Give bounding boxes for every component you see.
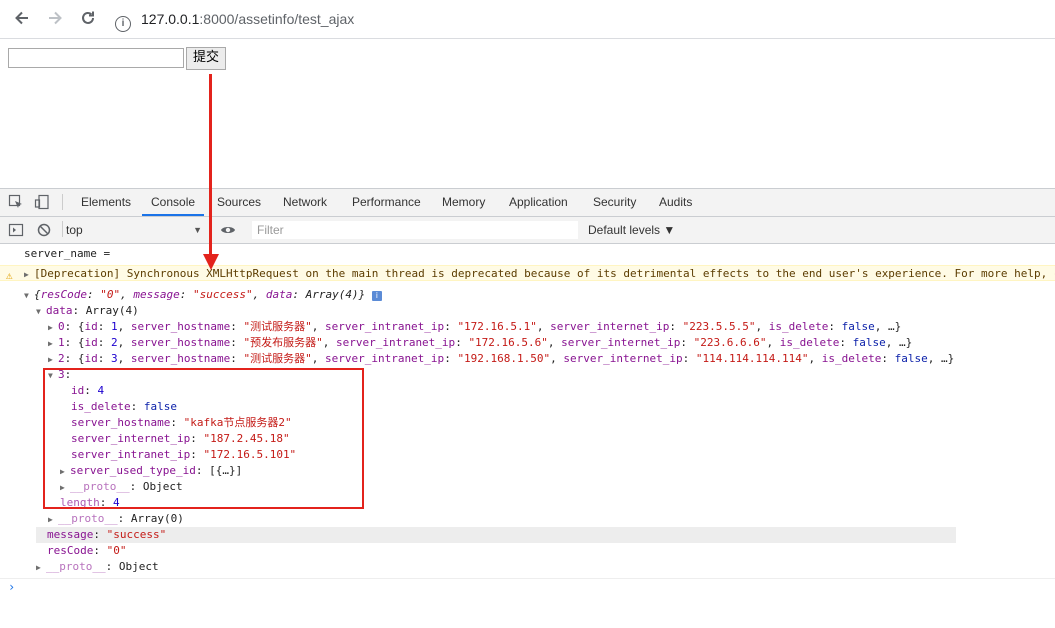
submit-button[interactable]: 提交	[186, 47, 227, 70]
text-input[interactable]	[8, 48, 184, 68]
rescode-value: "0"	[106, 544, 127, 557]
arrow-annotation-line	[209, 74, 212, 255]
obj-value: "success"	[192, 288, 253, 301]
console-toolbar: top ▼ Filter Default levels ▼	[0, 217, 1055, 244]
highlight-box-annotation	[43, 368, 364, 509]
filter-input[interactable]: Filter	[252, 221, 578, 239]
tab-memory[interactable]: Memory	[442, 189, 485, 216]
item-internet: "114.114.114.114"	[695, 352, 809, 365]
object-summary-line[interactable]: ▼ {resCode: "0", message: "success", data…	[0, 287, 1055, 303]
item-hostname: "测试服务器"	[243, 352, 312, 365]
device-toolbar-icon[interactable]	[34, 194, 50, 210]
message-value: "success"	[106, 528, 167, 541]
expand-triangle-icon[interactable]: ▶	[48, 336, 58, 351]
root-proto-value: Object	[118, 560, 159, 573]
toolbar-separator	[62, 221, 63, 237]
tab-network[interactable]: Network	[283, 189, 327, 216]
chevron-down-icon: ▼	[193, 225, 202, 235]
array-item-row[interactable]: ▶ 2: {id: 3, server_hostname: "测试服务器", se…	[0, 351, 1055, 367]
url-host: 127.0.0.1	[141, 11, 200, 27]
devtools-tab-bar: Elements Console Sources Network Perform…	[0, 189, 1055, 217]
warning-text: [Deprecation] Synchronous XMLHttpRequest…	[34, 267, 1055, 280]
expand-triangle-icon[interactable]: ▶	[24, 267, 34, 280]
reload-icon[interactable]	[78, 9, 98, 29]
item-is-delete: false	[894, 352, 928, 365]
item-index: 2	[58, 352, 65, 365]
sidebar-toggle-icon[interactable]	[8, 222, 24, 238]
tab-separator	[62, 194, 63, 210]
item-hostname: "预发布服务器"	[243, 336, 323, 349]
array-item-row[interactable]: ▶ 0: {id: 1, server_hostname: "测试服务器", se…	[0, 319, 1055, 335]
obj-key: message	[133, 288, 180, 301]
item-intranet: "172.16.5.1"	[457, 320, 537, 333]
tab-application[interactable]: Application	[509, 189, 568, 216]
collapse-triangle-icon[interactable]: ▼	[36, 304, 46, 319]
data-key: data	[46, 304, 73, 317]
collapse-triangle-icon[interactable]: ▼	[24, 288, 34, 303]
arrow-annotation-head	[203, 254, 219, 270]
arrow-left-icon[interactable]	[12, 9, 32, 29]
expand-triangle-icon[interactable]: ▶	[48, 352, 58, 367]
obj-brace: }	[358, 288, 366, 301]
item-is-delete: false	[852, 336, 886, 349]
array-proto-value: Array(0)	[130, 512, 184, 525]
array-item-row[interactable]: ▶ 1: {id: 2, server_hostname: "预发布服务器", s…	[0, 335, 1055, 351]
info-badge-icon[interactable]: i	[371, 291, 382, 301]
array-proto-row[interactable]: ▶ __proto__: Array(0)	[0, 511, 1055, 527]
tab-audits[interactable]: Audits	[659, 189, 692, 216]
expand-triangle-icon[interactable]: ▶	[48, 512, 58, 527]
tab-performance[interactable]: Performance	[352, 189, 421, 216]
item-is-delete: false	[841, 320, 875, 333]
inspect-element-icon[interactable]	[8, 194, 24, 210]
item-id: 2	[111, 336, 118, 349]
obj-key: data	[265, 288, 293, 301]
log-text: server_name =	[24, 247, 111, 260]
clear-console-icon[interactable]	[36, 222, 52, 238]
console-log-line: server_name =	[0, 246, 1055, 262]
tab-elements[interactable]: Elements	[81, 189, 131, 216]
item-hostname: "测试服务器"	[243, 320, 312, 333]
tab-console[interactable]: Console	[142, 189, 205, 216]
url-path: :8000/assetinfo/test_ajax	[199, 11, 355, 27]
obj-value: "0"	[100, 288, 121, 301]
warning-icon: ⚠	[6, 269, 13, 281]
data-type: Array(4)	[85, 304, 139, 317]
item-internet: "223.6.6.6"	[693, 336, 767, 349]
item-intranet: "192.168.1.50"	[457, 352, 551, 365]
message-row: message: "success"	[36, 527, 956, 543]
data-array-line[interactable]: ▼ data: Array(4)	[0, 303, 1055, 319]
obj-value: Array(4)	[305, 288, 359, 301]
eye-icon[interactable]	[220, 222, 236, 238]
tab-security[interactable]: Security	[593, 189, 636, 216]
obj-brace: {	[34, 288, 41, 301]
context-value: top	[66, 223, 83, 237]
tab-sources[interactable]: Sources	[217, 189, 261, 216]
info-icon[interactable]: i	[115, 16, 131, 32]
item-index: 0	[58, 320, 65, 333]
log-levels-dropdown[interactable]: Default levels ▼	[588, 221, 675, 239]
context-selector[interactable]: top ▼	[66, 221, 206, 239]
console-prompt-icon[interactable]: ›	[8, 580, 15, 594]
console-prompt-divider	[0, 578, 1055, 579]
browser-toolbar: i 127.0.0.1:8000/assetinfo/test_ajax	[0, 0, 1055, 39]
console-warning-line: ⚠ ▶ [Deprecation] Synchronous XMLHttpReque…	[0, 265, 1055, 281]
item-intranet: "172.16.5.6"	[468, 336, 548, 349]
item-id: 1	[111, 320, 118, 333]
rescode-row: resCode: "0"	[47, 544, 127, 557]
obj-key: resCode	[40, 288, 87, 301]
item-index: 1	[58, 336, 65, 349]
item-id: 3	[111, 352, 118, 365]
root-proto-row[interactable]: ▶ __proto__: Object	[0, 559, 1055, 575]
arrow-right-icon[interactable]	[45, 9, 65, 29]
expand-triangle-icon[interactable]: ▶	[36, 560, 46, 575]
expand-triangle-icon[interactable]: ▶	[48, 320, 58, 335]
address-bar[interactable]: i 127.0.0.1:8000/assetinfo/test_ajax	[115, 9, 354, 32]
item-internet: "223.5.5.5"	[682, 320, 756, 333]
